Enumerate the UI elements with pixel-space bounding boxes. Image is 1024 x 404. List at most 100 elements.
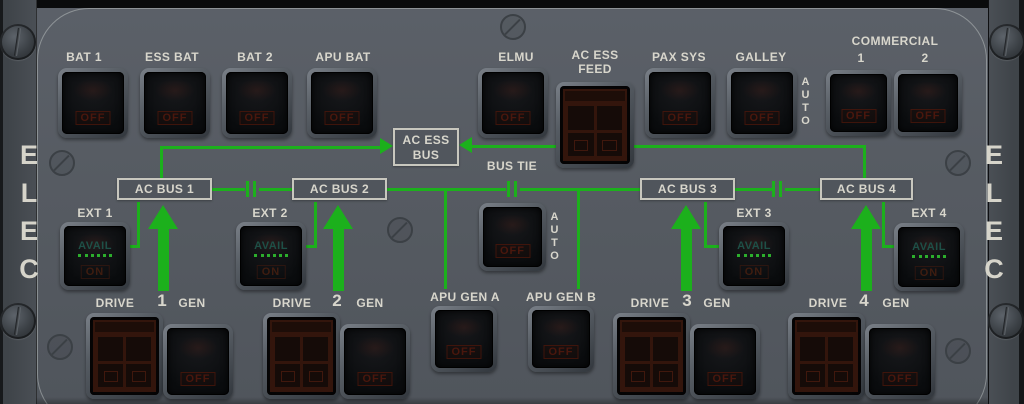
ext2-on-legend: ON xyxy=(257,265,286,279)
bat2-off-legend: OFF xyxy=(240,111,275,125)
gen1-flow-arrow-icon xyxy=(148,205,178,229)
ext3-label: EXT 3 xyxy=(736,206,771,220)
apu-gen-b-off-legend: OFF xyxy=(544,345,579,359)
ac-ess-bus-line2: BUS xyxy=(395,148,457,163)
ac-bus-1-box: AC BUS 1 xyxy=(117,178,212,200)
pax-sys-button[interactable]: OFF xyxy=(645,68,715,138)
guard-grid xyxy=(270,320,333,392)
gen3-flow-arrow-icon xyxy=(671,205,701,229)
wire-ext3-elbow xyxy=(704,202,707,248)
gen4-number: 4 xyxy=(859,291,868,311)
ext1-on-legend: ON xyxy=(81,265,110,279)
ext3-avail-dots-icon xyxy=(737,254,771,257)
bus-tie-contactor-bar-icon xyxy=(514,181,517,197)
ext3-button[interactable]: AVAIL ON xyxy=(719,222,789,290)
wire-ext1-elbow xyxy=(137,202,140,248)
elmu-off-legend: OFF xyxy=(496,111,531,125)
bat1-button[interactable]: OFF xyxy=(58,68,128,138)
gen1-label: GEN xyxy=(178,296,205,310)
gen2-flow-arrow-icon xyxy=(323,205,353,229)
ac-ess-feed-guarded-button[interactable] xyxy=(556,82,634,168)
ext2-avail-legend: AVAIL xyxy=(254,240,288,252)
gen2-button[interactable]: OFF xyxy=(340,324,410,399)
apu-bat-label: APU BAT xyxy=(315,50,370,64)
bus-tie-label: BUS TIE xyxy=(487,159,537,173)
gen1-number: 1 xyxy=(157,291,166,311)
gen3-off-legend: OFF xyxy=(708,372,743,386)
pax-sys-label: PAX SYS xyxy=(652,50,706,64)
apu-gen-a-off-legend: OFF xyxy=(447,345,482,359)
drive4-guarded-button[interactable] xyxy=(788,313,865,399)
screw-icon xyxy=(988,303,1024,339)
wire-acbus4-to-essbus xyxy=(472,145,866,148)
ac-ess-bus-line1: AC ESS xyxy=(395,133,457,148)
gen3-button[interactable]: OFF xyxy=(690,324,760,399)
guard-grid xyxy=(795,320,858,392)
wire-bus1-bus2 xyxy=(212,188,245,191)
ext3-on-legend: ON xyxy=(740,265,769,279)
screw-icon xyxy=(500,14,526,40)
galley-off-legend: OFF xyxy=(745,111,780,125)
gen2-flow-arrow-icon xyxy=(333,227,344,291)
ess-bat-button[interactable]: OFF xyxy=(140,68,210,138)
wire-acbus1-to-essbus xyxy=(160,148,163,180)
apu-gen-b-button[interactable]: OFF xyxy=(528,306,594,372)
ext1-button[interactable]: AVAIL ON xyxy=(60,222,130,290)
ext1-label: EXT 1 xyxy=(77,206,112,220)
bat2-button[interactable]: OFF xyxy=(222,68,292,138)
wire-ext4-elbow xyxy=(882,202,885,248)
ext2-button[interactable]: AVAIL ON xyxy=(236,222,306,290)
gen4-off-legend: OFF xyxy=(883,372,918,386)
apu-gen-a-label: APU GEN A xyxy=(430,290,500,304)
elmu-button[interactable]: OFF xyxy=(478,68,548,138)
ess-bat-label: ESS BAT xyxy=(145,50,199,64)
ext4-avail-dots-icon xyxy=(912,255,946,258)
wire-ext2-elbow xyxy=(305,245,317,248)
wire-bus3-bus4 xyxy=(785,188,820,191)
wire-ext2-elbow xyxy=(314,202,317,248)
screw-icon xyxy=(49,150,75,176)
drive1-guarded-button[interactable] xyxy=(86,313,163,399)
commercial-1-button[interactable]: OFF xyxy=(826,70,891,136)
guard-grid xyxy=(93,320,156,392)
apu-gen-a-button[interactable]: OFF xyxy=(431,306,497,372)
ext4-button[interactable]: AVAIL ON xyxy=(894,223,964,291)
drive1-label: DRIVE xyxy=(96,296,135,310)
commercial-label: COMMERCIAL xyxy=(852,34,939,48)
arrow-right-icon xyxy=(380,138,393,154)
wire-acbus1-to-essbus xyxy=(160,146,381,149)
gen2-label: GEN xyxy=(356,296,383,310)
wire-ext3-elbow xyxy=(707,245,719,248)
bat1-off-legend: OFF xyxy=(76,111,111,125)
gen4-button[interactable]: OFF xyxy=(865,324,935,399)
ext3-avail-legend: AVAIL xyxy=(737,240,771,252)
gen3-flow-arrow-icon xyxy=(681,227,692,291)
gen1-flow-arrow-icon xyxy=(158,227,169,291)
screw-icon xyxy=(47,334,73,360)
gen2-off-legend: OFF xyxy=(358,372,393,386)
bat1-label: BAT 1 xyxy=(66,50,102,64)
bat2-label: BAT 2 xyxy=(237,50,273,64)
apu-gen-b-label: APU GEN B xyxy=(526,290,596,304)
wire-acbus4-to-essbus xyxy=(863,145,866,180)
screw-icon xyxy=(945,338,971,364)
gen2-number: 2 xyxy=(332,291,341,311)
wire-bus1-bus2 xyxy=(259,188,292,191)
ext1-avail-legend: AVAIL xyxy=(78,240,112,252)
galley-button[interactable]: OFF xyxy=(727,68,797,138)
ess-bat-off-legend: OFF xyxy=(158,111,193,125)
commercial-2-button[interactable]: OFF xyxy=(894,70,962,136)
screw-icon xyxy=(0,24,36,60)
ext4-on-legend: ON xyxy=(915,266,944,280)
bus-tie-button[interactable]: OFF xyxy=(479,203,546,271)
ac-ess-bus-box: AC ESS BUS xyxy=(393,128,459,166)
commercial-1-label: 1 xyxy=(857,51,864,65)
apu-bat-button[interactable]: OFF xyxy=(307,68,377,138)
commercial-2-label: 2 xyxy=(921,51,928,65)
pax-sys-off-legend: OFF xyxy=(663,111,698,125)
drive3-guarded-button[interactable] xyxy=(613,313,690,399)
drive2-guarded-button[interactable] xyxy=(263,313,340,399)
arrow-left-icon xyxy=(459,137,472,153)
gen1-off-legend: OFF xyxy=(181,372,216,386)
gen1-button[interactable]: OFF xyxy=(163,324,233,399)
